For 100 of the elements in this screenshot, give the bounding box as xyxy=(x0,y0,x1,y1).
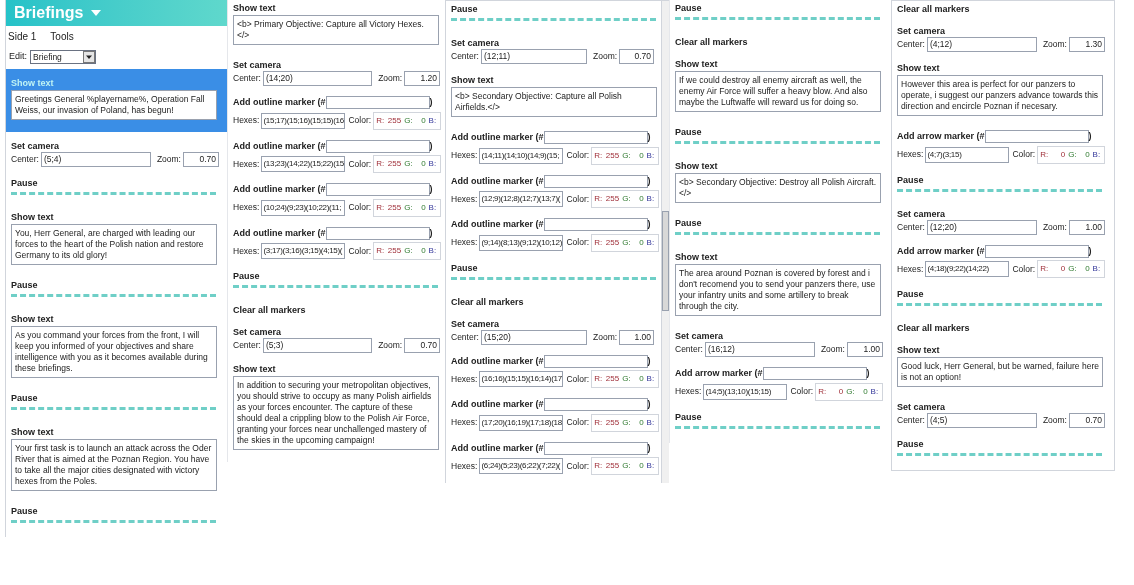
marker-name-field[interactable] xyxy=(543,441,648,455)
hexes-field[interactable]: (14;5)(13;10)(15;15) xyxy=(703,383,788,400)
marker-name-field[interactable] xyxy=(543,131,648,145)
hexes-label: Hexes: xyxy=(675,385,702,398)
marker-name-field[interactable] xyxy=(543,174,648,188)
caret-icon[interactable] xyxy=(91,10,102,16)
action-row[interactable]: Show text As you command your forces from the front, I will keep you informed of your objectives and share intelligence with you as it becomes available during these briefings. xyxy=(6,311,227,390)
marker-name-field[interactable] xyxy=(984,244,1089,258)
marker-name-field[interactable] xyxy=(325,183,430,197)
center-field[interactable]: (4;12) xyxy=(926,37,1037,52)
paren-label: ) xyxy=(647,131,651,144)
text-field[interactable]: <b> Primary Objective: Capture all Victory Hexes.</> xyxy=(233,15,439,45)
marker-name-field[interactable] xyxy=(325,226,430,240)
action-row[interactable]: Show text Your first task is to launch an attack across the Oder River that is aimed at the Poznan Region. You have to take all the major cities designated with victory hexes from the Poles. xyxy=(6,424,227,503)
center-field[interactable]: (12;20) xyxy=(926,219,1037,235)
scrollbar-thumb[interactable] xyxy=(662,211,669,311)
text-field[interactable]: As you command your forces from the front, I will keep you informed of your objectives and share intelligence with you as it becomes available during these briefings. xyxy=(11,326,217,378)
marker-name-field[interactable] xyxy=(325,139,430,153)
color-field[interactable]: R: 255 G: 0 B: xyxy=(373,111,442,130)
zoom-field[interactable]: 0.70 xyxy=(1068,413,1105,428)
center-field[interactable]: (15;20) xyxy=(480,329,587,345)
zoom-field[interactable]: 1.00 xyxy=(619,329,654,345)
text-field[interactable]: The area around Poznan is covered by forest and i don't recomend you to send your panzers there, use your infantry units and some artillery to break through the city. xyxy=(675,264,881,316)
color-field[interactable]: R: 255 G: 0 B: xyxy=(591,190,660,208)
hexes-field[interactable]: (16;16)(15;15)(16;14)(17 xyxy=(479,371,564,387)
marker-name-field[interactable] xyxy=(543,398,648,412)
hexes-field[interactable]: (13;23)(14;22)(15;22)(15 xyxy=(261,156,346,172)
text-field[interactable]: <b> Secondary Objective: Destroy all Polish Aircraft.</> xyxy=(675,173,881,203)
action-title: Pause xyxy=(897,438,925,450)
hexes-label: Hexes: xyxy=(233,157,260,171)
color-field[interactable]: R: 255 G: 0 B: xyxy=(591,413,660,432)
color-field[interactable]: R: 255 G: 0 B: xyxy=(373,242,442,260)
action-title: Show text xyxy=(233,2,277,14)
channel-value: 0 xyxy=(638,236,644,249)
center-field[interactable]: (4;5) xyxy=(926,413,1037,428)
text-field[interactable]: However this area is perfect for our panzers to operate, i suggest our panzers advance towards this direction and encircle Poznan if necesary. xyxy=(897,75,1103,116)
color-field[interactable]: R: 0 G: 0 B: xyxy=(815,382,884,401)
zoom-field[interactable]: 1.00 xyxy=(1068,219,1105,235)
hexes-field[interactable]: (4;18)(9;22)(14;22) xyxy=(925,261,1010,277)
marker-name-field[interactable] xyxy=(762,367,867,381)
action-row[interactable]: Set camera Center: (5;4) Zoom: 0.70 xyxy=(6,138,227,175)
center-field[interactable]: (16;12) xyxy=(704,342,815,357)
zoom-field[interactable]: 0.70 xyxy=(619,49,654,64)
action-row[interactable]: Pause xyxy=(6,175,227,209)
text-field[interactable]: Greetings General %playername%, Operation Fall Weiss, our invasion of Poland, has begun! xyxy=(11,90,217,120)
color-label: Color: xyxy=(566,236,590,249)
hexes-field[interactable]: (17;20)(16;19)(17;18)(18 xyxy=(479,414,564,431)
marker-name-field[interactable] xyxy=(543,354,648,368)
color-field[interactable]: R: 255 G: 0 B: xyxy=(591,370,660,388)
scrollbar[interactable] xyxy=(661,1,669,483)
center-field[interactable]: (5;3) xyxy=(262,338,373,353)
zoom-field[interactable]: 0.70 xyxy=(404,338,440,353)
color-label: Color: xyxy=(348,157,372,171)
color-field[interactable]: R: 255 G: 0 B: xyxy=(591,146,660,165)
hexes-field[interactable]: (9;14)(8;13)(9;12)(10;12) xyxy=(479,234,564,251)
zoom-field[interactable]: 1.20 xyxy=(404,71,440,86)
action-row[interactable]: Pause xyxy=(6,277,227,311)
zoom-field[interactable]: 0.70 xyxy=(182,152,219,167)
action-row[interactable]: Show text You, Herr General, are charged with leading our forces to the heart of the Polish nation and restore Germany to its old glory! xyxy=(6,209,227,277)
selected-action[interactable]: Show text Greetings General %playername%, Operation Fall Weiss, our invasion of Poland, has begun! xyxy=(6,69,227,132)
marker-name-field[interactable] xyxy=(543,218,648,232)
channel-value: 255 xyxy=(387,114,402,127)
zoom-field[interactable]: 1.30 xyxy=(1068,37,1105,52)
text-field[interactable]: In addition to securing your metropolitan objectives, you should strive to occupy as many Polish airfields as your forces encounter. The capture of these should deal a crippling blow to the Polish Air Force, granting your forces near unchallenged mastery of the skies in the upcoming campaign! xyxy=(233,376,439,450)
center-field[interactable]: (14;20) xyxy=(262,71,373,86)
action-title: Show text xyxy=(897,344,941,356)
marker-name-field[interactable] xyxy=(984,130,1089,144)
center-label: Center: xyxy=(451,50,479,63)
hexes-label: Hexes: xyxy=(451,236,478,249)
center-field[interactable]: (5;4) xyxy=(40,152,151,167)
center-label: Center: xyxy=(897,38,925,51)
action-title: Pause xyxy=(11,505,39,517)
text-field[interactable]: <b> Secondary Objective: Capture all Polish Airfields.</> xyxy=(451,87,657,117)
zoom-field[interactable]: 1.00 xyxy=(846,342,883,357)
marker-name-field[interactable] xyxy=(325,96,430,110)
color-field[interactable]: R: 255 G: 0 B: xyxy=(373,155,442,173)
edit-dropdown[interactable]: Briefing xyxy=(30,50,96,64)
center-field[interactable]: (12;11) xyxy=(480,49,587,64)
text-field[interactable]: Your first task is to launch an attack across the Oder River that is aimed at the Poznan Region. You have to take all the major cities designated with victory hexes from the Poles. xyxy=(11,439,217,491)
channel-label: R: xyxy=(818,385,827,398)
hexes-field[interactable]: (10;24)(9;23)(10;22)(11; xyxy=(261,199,346,216)
hexes-field[interactable]: (3;17)(3;16)(3;15)(4;15)( xyxy=(261,243,346,259)
action-row[interactable]: Pause xyxy=(6,503,227,537)
text-field[interactable]: Good luck, Herr General, but be warned, failure here is not an option! xyxy=(897,357,1103,387)
action-row[interactable]: Pause xyxy=(6,390,227,424)
color-field[interactable]: R: 255 G: 0 B: xyxy=(591,233,660,252)
hexes-field[interactable]: (12;9)(12;8)(12;7)(13;7)( xyxy=(479,191,564,207)
color-field[interactable]: R: 255 G: 0 B: xyxy=(591,457,660,475)
text-field[interactable]: You, Herr General, are charged with leading our forces to the heart of the Polish nation and restore Germany to its old glory! xyxy=(11,224,217,265)
text-field[interactable]: If we could destroy all enemy aircraft as well, the enemy Air Force will suffer a heavy blow. And also maybe the Luftwaffe will reward us for doing so. xyxy=(675,71,881,112)
action-title: Set camera xyxy=(897,207,947,220)
menu-item[interactable]: Tools xyxy=(50,29,74,44)
menu-item[interactable]: Side 1 xyxy=(8,29,37,44)
hexes-field[interactable]: (4;7)(3;15) xyxy=(925,146,1010,163)
color-field[interactable]: R: 0 G: 0 B: xyxy=(1037,260,1106,278)
color-field[interactable]: R: 255 G: 0 B: xyxy=(373,198,442,217)
hexes-field[interactable]: (6;24)(5;23)(6;22)(7;22)( xyxy=(479,458,564,474)
hexes-field[interactable]: (14;11)(14;10)(14;9)(15; xyxy=(479,147,564,164)
color-field[interactable]: R: 0 G: 0 B: xyxy=(1037,145,1106,164)
hexes-field[interactable]: (15;17)(15;16)(15;15)(16 xyxy=(261,112,346,129)
